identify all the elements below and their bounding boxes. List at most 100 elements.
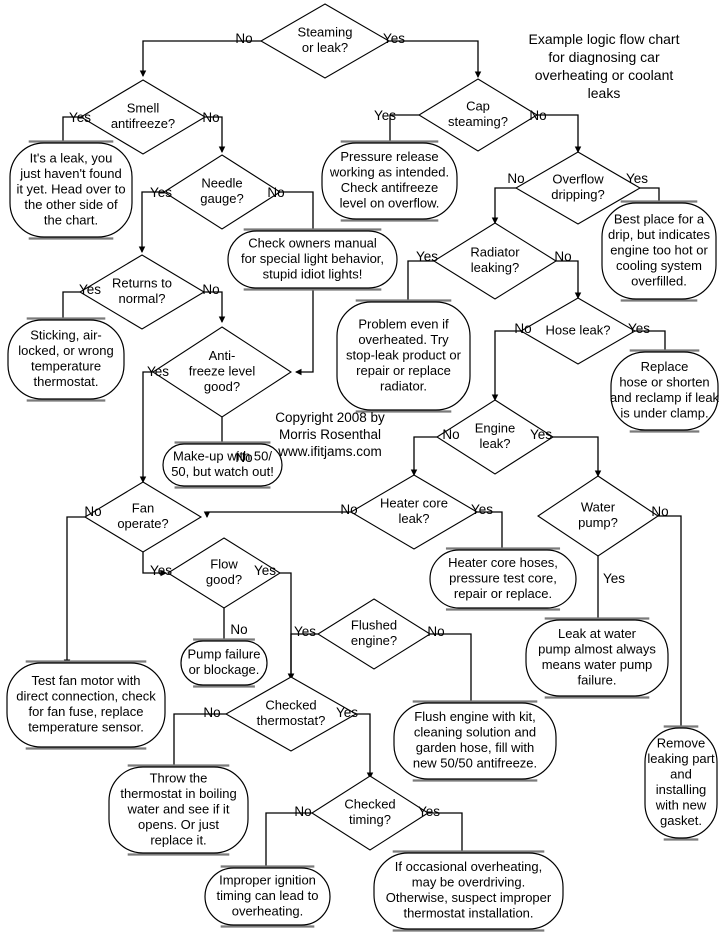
terminal-improperig-line: overheating. <box>232 903 304 918</box>
terminal-problemeven-line: radiator. <box>380 378 427 393</box>
terminal-occasional-line: If occasional overheating, <box>395 859 542 874</box>
edge-label-no-32: No <box>294 804 311 819</box>
terminal-replacehose-line: and reclamp if leak <box>610 390 720 405</box>
chart-title-line: leaks <box>588 85 621 101</box>
terminal-removepart-line: Remove <box>657 736 705 751</box>
terminal-flushengine-line: new 50/50 antifreeze. <box>413 756 537 771</box>
edge-engineleak-yes <box>553 436 602 478</box>
edge-label-yes-14: Yes <box>374 108 396 123</box>
edge-fan-no <box>63 516 85 667</box>
terminal-problemeven-line: overheated. Try <box>358 332 449 347</box>
decision-hose-line: Hose leak? <box>545 322 610 337</box>
decision-antifreeze-line: good? <box>204 379 240 394</box>
edge-label-no-19: No <box>554 249 571 264</box>
decision-node-antifreeze: Anti-freeze levelgood? <box>151 326 293 418</box>
terminal-node-replacehose: Replacehose or shortenand reclamp if lea… <box>610 349 720 433</box>
terminal-bestplace-line: drip, but indicates <box>608 227 710 242</box>
edge-label-yes-17: Yes <box>626 171 648 186</box>
decision-returns-line: Returns to <box>112 276 172 291</box>
terminal-occasional-line: may be overdriving. <box>412 875 525 890</box>
edge-label-yes-18: Yes <box>416 249 438 264</box>
decision-needle-line: gauge? <box>200 191 243 206</box>
decision-node-flushed: Flushedengine? <box>316 598 432 670</box>
chart-title-line: Example logic flow chart <box>529 31 680 47</box>
edge-needle-yes <box>138 191 164 254</box>
decision-engineleak-line: leak? <box>479 436 510 451</box>
terminal-problemeven-line: repair or replace <box>356 363 451 378</box>
edge-label-no-0: No <box>235 31 252 46</box>
terminal-flushengine-line: Flush engine with kit, <box>414 709 535 724</box>
terminal-throwthermo-line: replace it. <box>150 832 206 847</box>
edge-label-no-3: No <box>202 110 219 125</box>
decision-radiator-line: Radiator <box>470 245 520 260</box>
terminal-checkmanual-line: stupid idiot lights! <box>263 266 363 281</box>
terminal-leak-found-line: it yet. Head over to <box>16 181 125 196</box>
terminal-improperig-line: timing can lead to <box>217 888 319 903</box>
terminal-testfan-line: Test fan motor with <box>31 673 140 688</box>
edge-radiator-no <box>556 260 582 300</box>
terminal-node-problemeven: Problem even ifoverheated. Trystop-leak … <box>336 299 471 413</box>
terminal-pumpfailure-line: Pump failure <box>188 647 261 662</box>
edge-thermostat-no <box>170 713 226 773</box>
edge-label-no-9: No <box>235 450 252 465</box>
edge-heatercore-no <box>203 511 351 519</box>
terminal-problemeven-line: stop-leak product or <box>346 347 462 362</box>
edge-label-yes-6: Yes <box>79 282 101 297</box>
copyright-credit: Copyright 2008 by Morris Rosenthal www.ifi… <box>275 410 385 459</box>
flowchart-canvas: It's a leak, you just haven't found it yet… <box>0 0 722 933</box>
decision-radiator-line: leaking? <box>471 260 519 275</box>
decision-cap-line: Cap <box>466 99 490 114</box>
decision-waterpump-line: pump? <box>578 515 618 530</box>
decision-engineleak-line: Engine <box>475 421 515 436</box>
chart-title: Example logic flow chart for diagnosing c… <box>529 31 680 101</box>
edge-label-no-29: No <box>427 624 444 639</box>
decision-overflow-line: dripping? <box>551 187 605 202</box>
terminal-leak-found-line: It's a leak, you <box>30 150 113 165</box>
terminal-checkmanual-line: for special light behavior, <box>241 251 384 266</box>
decision-heatercore-line: leak? <box>398 511 429 526</box>
terminal-bestplace-line: overfilled. <box>631 273 687 288</box>
terminal-pressure-line: Pressure release <box>340 149 438 164</box>
edge-label-yes-21: Yes <box>628 321 650 336</box>
decision-fan-line: operate? <box>117 516 168 531</box>
terminal-throwthermo-line: Throw the <box>150 770 208 785</box>
terminal-leakwater-line: failure. <box>577 673 616 688</box>
terminal-leak-found-line: just haven't found <box>19 166 122 181</box>
decision-node-hose: Hose leak? <box>519 297 637 365</box>
edge-label-no-30: No <box>203 705 220 720</box>
decision-flushed-line: Flushed <box>351 618 397 633</box>
edge-label-yes-1: Yes <box>383 31 405 46</box>
terminal-node-bestplace: Best place for adrip, but indicatesengin… <box>601 200 717 302</box>
terminal-leakwater-line: pump almost always <box>538 642 656 657</box>
terminal-node-sticking: Sticking, air-locked, or wrongtemperatur… <box>7 317 125 402</box>
terminal-heaterhoses-line: Heater core hoses, <box>448 555 558 570</box>
edge-label-no-24: No <box>340 502 357 517</box>
terminal-removepart-line: installing <box>656 782 707 797</box>
edge-label-no-20: No <box>514 321 531 336</box>
terminal-problemeven-line: Problem even if <box>358 316 449 331</box>
terminal-node-throwthermo: Throw thethermostat in boilingwater and … <box>108 764 249 856</box>
decision-flow-line: Flow <box>210 557 238 572</box>
decision-smell-line: Smell <box>127 101 160 116</box>
chart-title-line: overheating or coolant <box>535 67 674 83</box>
edge-label-no-26: No <box>651 504 668 519</box>
edge-waterpump-no <box>658 515 685 734</box>
decision-node-fan: Fanoperate? <box>83 481 203 553</box>
terminal-leak-found-line: the chart. <box>44 212 98 227</box>
decision-flow-line: good? <box>206 572 242 587</box>
edge-hose-no <box>491 330 521 402</box>
terminal-node-heaterhoses: Heater core hoses,pressure test core,rep… <box>429 547 577 611</box>
edge-timing-no <box>262 812 312 874</box>
terminal-bestplace-line: cooling system <box>616 258 702 273</box>
terminal-node-flushengine: Flush engine with kit,cleaning solution … <box>393 700 557 782</box>
terminal-sticking-line: temperature <box>31 359 101 374</box>
terminal-flushengine-line: cleaning solution and <box>414 725 536 740</box>
decision-antifreeze-line: freeze level <box>189 363 256 378</box>
edge-label-yes-8: Yes <box>147 364 169 379</box>
terminal-node-improperig: Improper ignitiontiming can lead tooverh… <box>204 865 331 928</box>
decision-node-needle: Needlegauge? <box>162 154 282 230</box>
edge-engineleak-no <box>410 436 437 477</box>
edge-flushed-no <box>430 633 475 709</box>
terminal-checkmanual-line: Check owners manual <box>248 235 377 250</box>
terminal-node-pressure: Pressure releaseworking as intended.Chec… <box>321 140 458 222</box>
